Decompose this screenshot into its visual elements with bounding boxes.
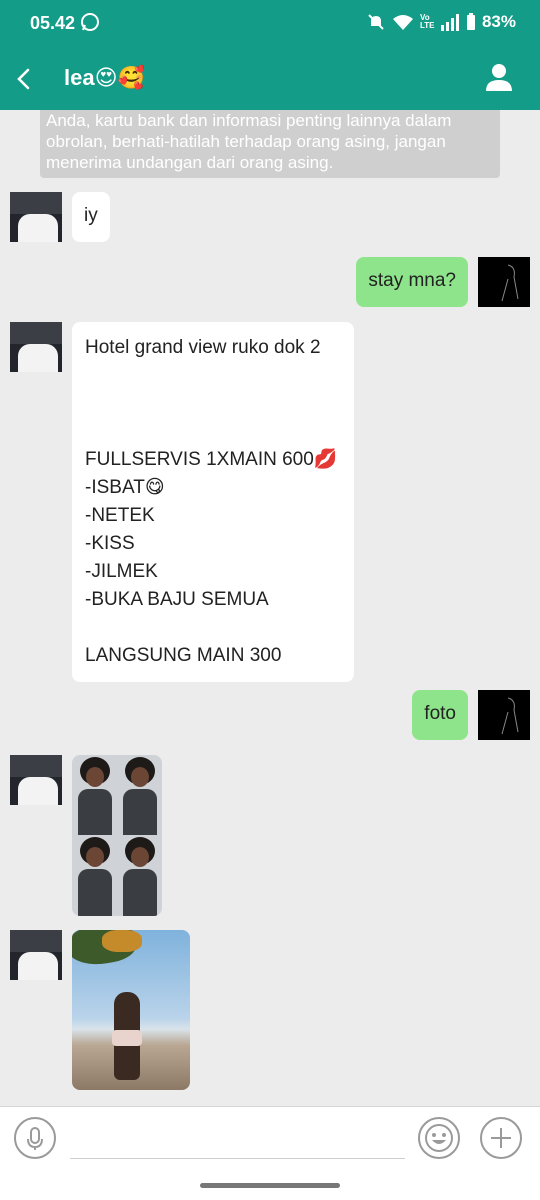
chat-area[interactable]: Anda, kartu bank dan informasi penting l… [0, 110, 540, 1106]
whatsapp-notification-icon [81, 13, 99, 31]
wifi-icon [392, 15, 413, 30]
my-avatar[interactable] [478, 690, 530, 740]
palm-leaves-dry [102, 930, 142, 952]
microphone-icon[interactable] [14, 1117, 56, 1159]
photo-thumb [72, 755, 117, 835]
volte-label: Vo LTE [419, 13, 435, 30]
outgoing-message[interactable]: foto [412, 690, 468, 740]
signal-icon [440, 14, 459, 31]
photo-collage-message[interactable] [72, 755, 162, 916]
my-avatar[interactable] [478, 257, 530, 307]
photo-thumb [72, 835, 117, 916]
incoming-message[interactable]: iy [72, 192, 110, 242]
add-attachment-icon[interactable] [480, 1117, 522, 1159]
title-bar: lea😍🥰 [0, 48, 540, 110]
mute-icon [368, 14, 384, 30]
status-bar: 05.42 Vo LTE 83% [0, 0, 540, 46]
photo-thumb [117, 835, 162, 916]
app-header: 05.42 Vo LTE 83% lea😍🥰 [0, 0, 540, 110]
status-right: Vo LTE 83% [366, 12, 516, 32]
contact-avatar[interactable] [10, 192, 62, 242]
contact-avatar[interactable] [10, 930, 62, 980]
beach-photo-message[interactable] [72, 930, 190, 1090]
back-arrow-icon[interactable] [12, 62, 36, 96]
emoji-icon[interactable] [418, 1117, 460, 1159]
person-shorts [112, 1030, 142, 1046]
battery-percent: 83% [481, 12, 516, 31]
status-time: 05.42 [30, 13, 76, 33]
photo-thumb [117, 755, 162, 835]
contact-avatar[interactable] [10, 755, 62, 805]
message-input-bar [0, 1106, 540, 1200]
gesture-nav-bar[interactable] [200, 1183, 340, 1188]
battery-icon [466, 13, 475, 30]
profile-icon[interactable] [484, 62, 514, 92]
incoming-message[interactable]: Hotel grand view ruko dok 2 FULLSERVIS 1… [72, 322, 354, 682]
contact-avatar[interactable] [10, 322, 62, 372]
outgoing-message[interactable]: stay mna? [356, 257, 468, 307]
chat-title: lea😍🥰 [64, 65, 145, 90]
security-notice: Anda, kartu bank dan informasi penting l… [40, 110, 500, 178]
message-input[interactable] [70, 1119, 405, 1159]
